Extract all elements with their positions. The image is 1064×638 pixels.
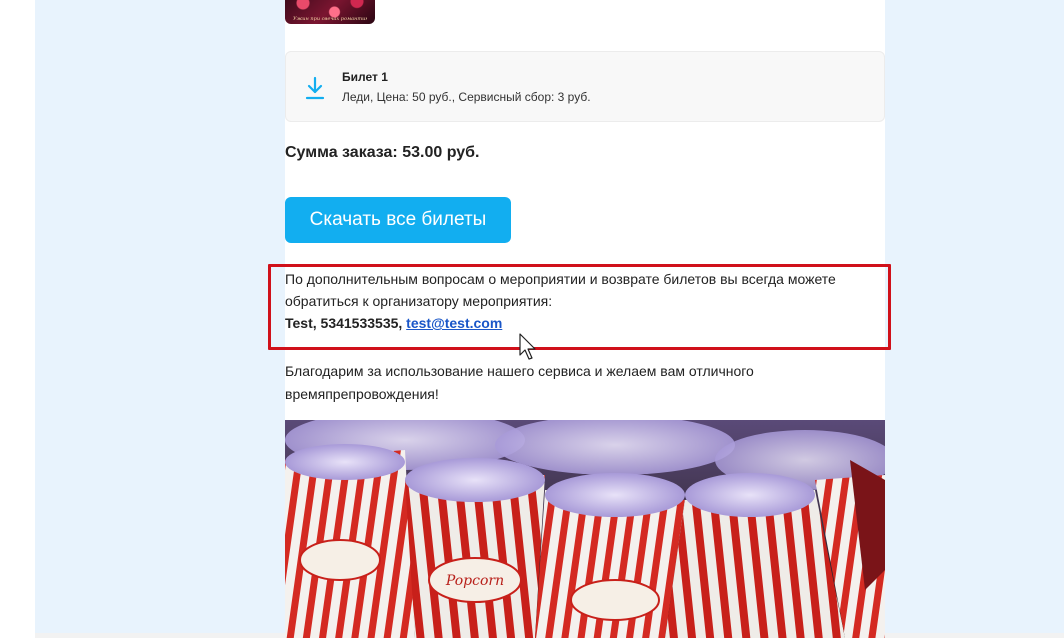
thanks-text: Благодарим за использование нашего серви… <box>285 363 754 402</box>
organizer-contact: Test, 5341533535, test@test.com <box>285 312 885 334</box>
ticket-title: Билет 1 <box>342 70 388 84</box>
email-viewer: Ужин при свечах романтик · 19:30 Билет 1… <box>0 0 1064 638</box>
event-thumbnail-image: Ужин при свечах романтик · 19:30 <box>285 0 375 24</box>
order-sum: Сумма заказа: 53.00 руб. <box>285 144 480 161</box>
download-icon[interactable] <box>304 76 326 100</box>
organizer-info-text: По дополнительным вопросам о мероприятии… <box>285 271 836 309</box>
email-content: Ужин при свечах романтик · 19:30 Билет 1… <box>285 0 885 638</box>
ticket-card[interactable]: Билет 1 Леди, Цена: 50 руб., Сервисный с… <box>285 51 885 122</box>
popcorn-box-label: Popcorn <box>445 573 504 589</box>
organizer-name-phone: Test, 5341533535, <box>285 315 407 331</box>
event-thumbnail-caption: Ужин при свечах романтик · 19:30 <box>293 16 367 22</box>
popcorn-illustration: Popcorn <box>285 420 885 638</box>
ticket-description: Леди, Цена: 50 руб., Сервисный сбор: 3 р… <box>342 90 591 104</box>
mouse-cursor-icon <box>519 333 536 360</box>
organizer-info: По дополнительным вопросам о мероприятии… <box>285 268 885 334</box>
left-gutter <box>0 0 35 638</box>
organizer-email-link[interactable]: test@test.com <box>406 315 502 331</box>
popcorn-photo: Popcorn <box>285 420 885 638</box>
download-all-tickets-button[interactable]: Скачать все билеты <box>285 197 511 243</box>
